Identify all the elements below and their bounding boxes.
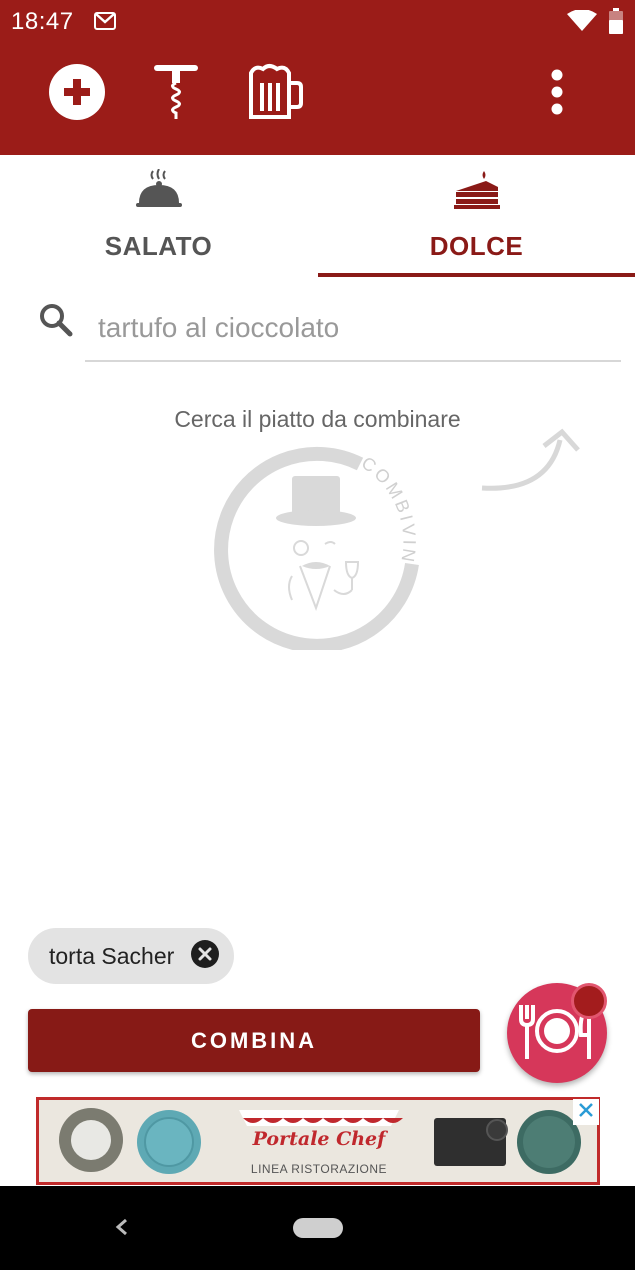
combivino-logo: COMBIVINO bbox=[201, 420, 424, 655]
course-tabs: SALATO DOLCE bbox=[0, 155, 635, 279]
app-toolbar bbox=[0, 42, 635, 155]
tab-dolce[interactable]: DOLCE bbox=[318, 155, 635, 279]
back-icon[interactable] bbox=[112, 1212, 132, 1247]
battery-icon bbox=[609, 8, 623, 39]
home-button[interactable] bbox=[293, 1218, 343, 1238]
chip-label: torta Sacher bbox=[49, 942, 175, 969]
add-button[interactable] bbox=[47, 63, 107, 126]
notification-badge bbox=[571, 983, 607, 1019]
cake-icon bbox=[453, 169, 500, 214]
cloche-icon bbox=[135, 168, 182, 216]
close-icon bbox=[577, 1101, 595, 1124]
system-nav-bar bbox=[0, 1186, 635, 1270]
ad-close-button[interactable] bbox=[573, 1099, 599, 1125]
remove-chip-button[interactable] bbox=[190, 939, 220, 974]
more-options-button[interactable] bbox=[527, 64, 587, 124]
more-vert-icon bbox=[550, 68, 564, 121]
beer-button[interactable] bbox=[246, 63, 306, 126]
ad-subtitle: LINEA RISTORAZIONE bbox=[250, 1162, 388, 1176]
status-bar: 18:47 bbox=[0, 0, 635, 42]
tab-indicator bbox=[318, 273, 635, 277]
status-time: 18:47 bbox=[11, 8, 74, 35]
beer-mug-icon bbox=[247, 63, 305, 126]
combine-button[interactable]: COMBINA bbox=[28, 1009, 480, 1072]
selected-dish-chip: torta Sacher bbox=[28, 928, 235, 984]
search-icon bbox=[38, 302, 74, 343]
ad-banner[interactable]: Portale Chef LINEA RISTORAZIONE bbox=[36, 1097, 600, 1185]
mail-icon bbox=[94, 12, 116, 35]
app-screen: 18:47 SALATO DOLCE tartufo al cioccolato… bbox=[0, 0, 635, 1270]
wifi-icon bbox=[567, 9, 597, 37]
tab-salato-label: SALATO bbox=[104, 231, 213, 261]
tab-salato[interactable]: SALATO bbox=[0, 155, 317, 279]
dish-search-input[interactable] bbox=[85, 296, 621, 362]
close-circle-icon bbox=[190, 939, 220, 974]
ad-title: Portale Chef bbox=[252, 1128, 386, 1150]
corkscrew-button[interactable] bbox=[146, 64, 206, 124]
add-circle-icon bbox=[48, 63, 106, 126]
curved-arrow-icon bbox=[478, 422, 588, 502]
tab-dolce-label: DOLCE bbox=[429, 231, 524, 261]
corkscrew-icon bbox=[152, 63, 200, 126]
